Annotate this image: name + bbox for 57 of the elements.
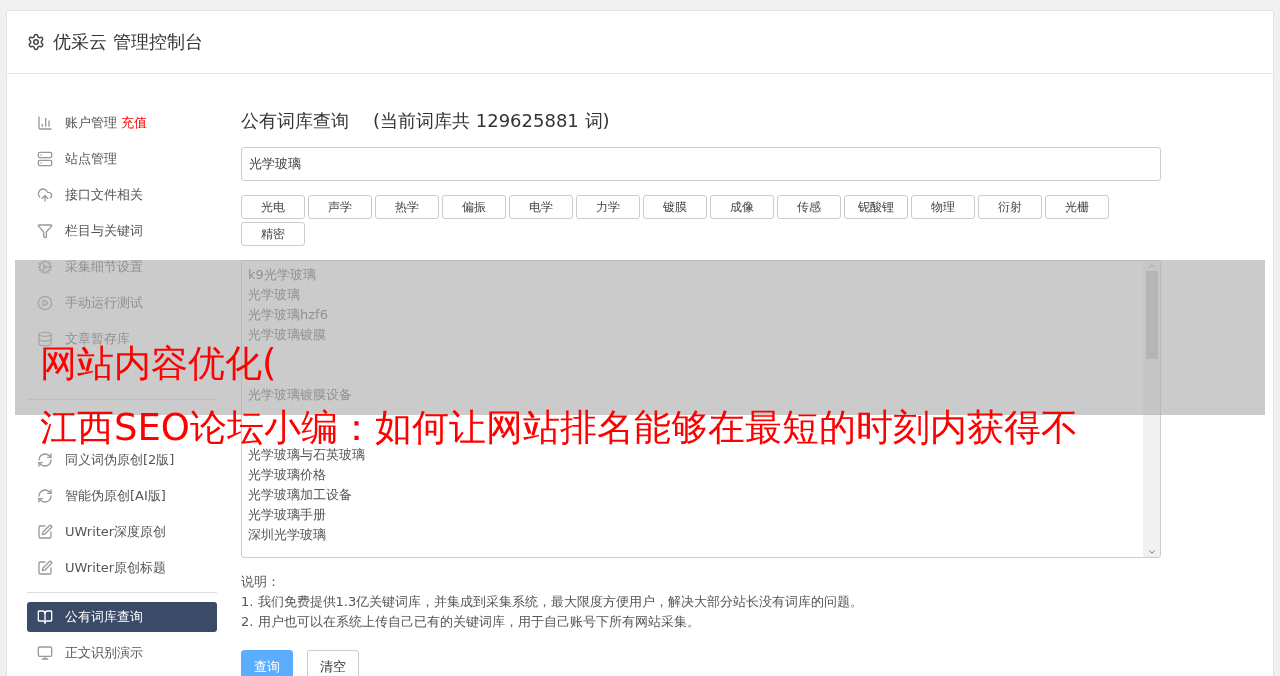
recharge-link[interactable]: 充值 <box>121 114 147 132</box>
sidebar-item[interactable]: 公有词库查询 <box>27 602 217 632</box>
sidebar-item[interactable]: UWriter深度原创 <box>27 517 217 547</box>
notes-heading: 说明： <box>241 573 281 591</box>
tag-button[interactable]: 精密 <box>241 222 305 246</box>
tag-button[interactable]: 热学 <box>375 195 439 219</box>
settings-icon <box>27 33 45 51</box>
play-icon <box>37 295 53 311</box>
server-icon <box>37 151 53 167</box>
tag-button[interactable]: 铌酸锂 <box>844 195 908 219</box>
sidebar-item[interactable]: 正文识别演示 <box>27 638 217 668</box>
overlay-headline: 江西SEO论坛小编：如何让网站排名能够在最短的时刻内获得不 <box>40 409 1078 447</box>
sidebar-item[interactable]: 接口文件相关 <box>27 180 217 210</box>
monitor-icon <box>37 645 53 661</box>
tag-button[interactable]: 镀膜 <box>643 195 707 219</box>
search-field[interactable]: 光学玻璃 <box>241 147 1161 181</box>
tag-button[interactable]: 声学 <box>308 195 372 219</box>
note-text: 1. 我们免费提供1.3亿关键词库，并集成到采集系统，最大限度方便用户，解决大部分站长没有词库的问题。 <box>241 593 865 611</box>
word-count: (当前词库共 129625881 词) <box>373 109 610 133</box>
sidebar-item[interactable]: 同义词伪原创[2版] <box>27 445 217 475</box>
tag-button[interactable]: 衍射 <box>978 195 1042 219</box>
scroll-up-icon[interactable] <box>1146 261 1157 271</box>
filter-icon <box>37 223 53 239</box>
cloud-upload-icon <box>37 187 53 203</box>
refresh-icon <box>37 488 53 504</box>
sidebar-item[interactable]: 智能伪原创[AI版] <box>27 481 217 511</box>
tag-button[interactable]: 力学 <box>576 195 640 219</box>
tag-button[interactable]: 电学 <box>509 195 573 219</box>
page-title: 公有词库查询 <box>241 109 349 133</box>
refresh-icon <box>37 452 53 468</box>
overlay-headline: 网站内容优化( <box>40 345 277 383</box>
clear-button[interactable]: 清空 <box>307 650 359 676</box>
edit-icon <box>37 560 53 576</box>
tag-button[interactable]: 偏振 <box>442 195 506 219</box>
result-line: 深圳光学玻璃 <box>248 526 327 544</box>
sidebar-item[interactable]: UWriter原创标题 <box>27 553 217 583</box>
sidebar-item[interactable]: 栏目与关键词 <box>27 216 217 246</box>
tag-button[interactable]: 物理 <box>911 195 975 219</box>
sidebar-item[interactable]: 站点管理 <box>27 144 217 174</box>
result-line: 光学玻璃手册 <box>248 506 327 524</box>
book-icon <box>37 609 53 625</box>
scrollbar[interactable] <box>1143 261 1160 557</box>
bar-chart-icon <box>37 115 53 131</box>
gear-icon <box>37 259 53 275</box>
result-line: 光学玻璃加工设备 <box>248 486 353 504</box>
tag-button[interactable]: 传感 <box>777 195 841 219</box>
database-icon <box>37 331 53 347</box>
app-title: 优采云 管理控制台 <box>53 30 203 54</box>
tag-button[interactable]: 光电 <box>241 195 305 219</box>
note-text: 2. 用户也可以在系统上传自己已有的关键词库，用于自己账号下所有网站采集。 <box>241 613 701 631</box>
result-line: 光学玻璃价格 <box>248 466 327 484</box>
tag-button[interactable]: 成像 <box>710 195 774 219</box>
result-line: 光学玻璃与石英玻璃 <box>248 446 366 464</box>
edit-icon <box>37 524 53 540</box>
scroll-down-icon[interactable] <box>1146 547 1157 557</box>
tag-button[interactable]: 光栅 <box>1045 195 1109 219</box>
sidebar-item[interactable]: 账户管理 充值 <box>27 108 217 138</box>
